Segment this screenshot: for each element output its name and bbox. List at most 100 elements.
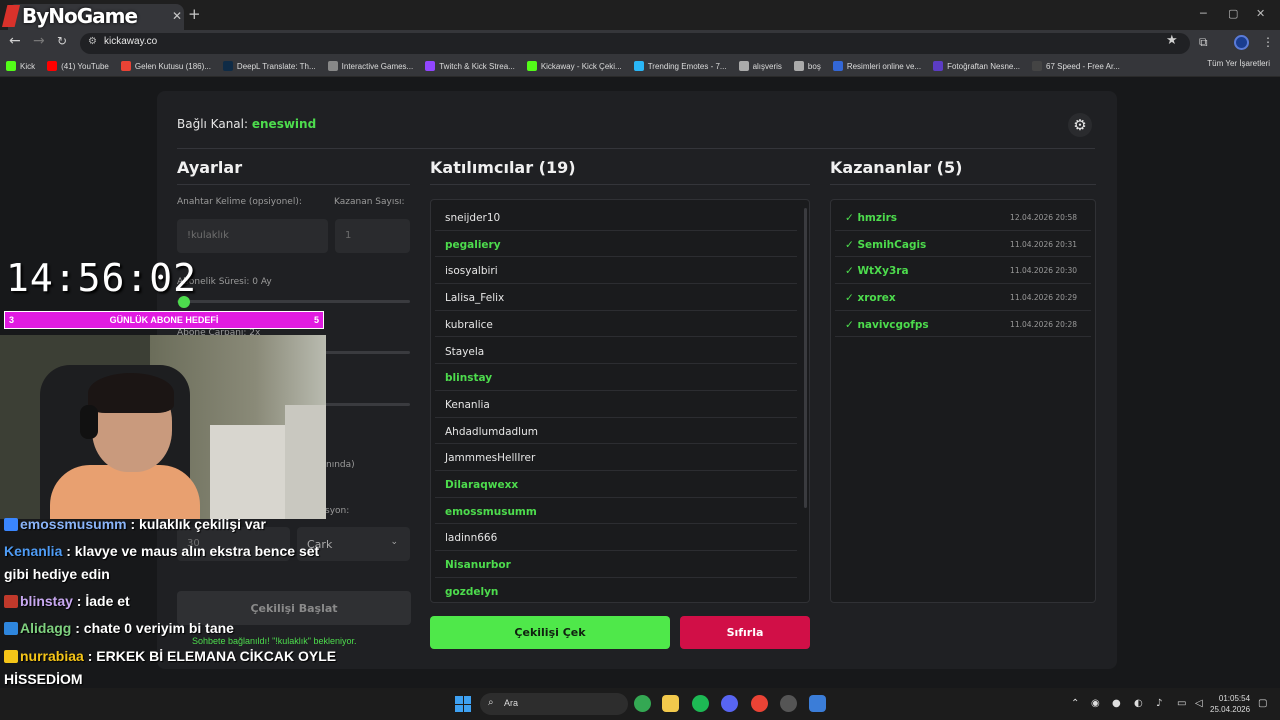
participant-row: pegaliery [435, 231, 797, 258]
bookmark-item[interactable]: (41) YouTube [47, 61, 109, 71]
bookmark-star-icon[interactable]: ★ [1166, 33, 1178, 48]
bookmark-label: Trending Emotes - 7... [647, 61, 727, 71]
notification-icon[interactable]: ▢ [1258, 698, 1267, 709]
bookmark-label: (41) YouTube [61, 61, 109, 71]
tray-spotify-icon[interactable]: ● [1112, 698, 1121, 709]
tray-clock[interactable]: 01:05:54 25.04.2026 [1210, 693, 1250, 715]
participant-row: Ahdadlumdadlum [435, 418, 797, 445]
obs-icon[interactable] [780, 695, 797, 712]
all-bookmarks[interactable]: Tüm Yer İşaretleri [1201, 59, 1270, 68]
participant-row: sneijder10 [435, 204, 797, 231]
close-tab-icon[interactable]: ✕ [172, 9, 182, 23]
participant-row: Nisanurbor [435, 551, 797, 578]
tray-overflow-icon[interactable]: ⌃ [1071, 698, 1079, 709]
bookmark-item[interactable]: Kick [6, 61, 35, 71]
chat-message: blinstay : İade et [4, 593, 130, 609]
tray-steam-icon[interactable]: ◐ [1134, 698, 1143, 709]
subscription-slider[interactable] [177, 300, 410, 303]
tray-discord-icon[interactable]: ◉ [1091, 698, 1100, 709]
participant-row: Stayela [435, 338, 797, 365]
bookmark-item[interactable]: Resimleri online ve... [832, 61, 921, 71]
bookmark-item[interactable]: DeepL Translate: Th... [222, 61, 316, 71]
chat-text: : kulaklık çekilişi var [126, 516, 266, 532]
bookmark-item[interactable]: Kickaway - Kick Çeki... [526, 61, 622, 71]
settings-title: Ayarlar [177, 158, 243, 177]
bookmark-favicon-icon [526, 61, 537, 71]
chat-username: blinstay [20, 593, 73, 609]
bookmark-favicon-icon [832, 61, 843, 71]
winner-row: ✓ xrorex 11.04.2026 20:29 [835, 284, 1091, 311]
reload-icon[interactable]: ↻ [57, 34, 67, 48]
goal-target: 5 [313, 315, 319, 325]
bookmark-label: Kick [20, 61, 36, 71]
app-icon[interactable] [809, 695, 826, 712]
winner-date: 11.04.2026 20:31 [1010, 239, 1077, 249]
file-explorer-icon[interactable] [662, 695, 679, 712]
chat-username: Kenanlia [4, 543, 63, 559]
chat-text: gibi hediye edin [4, 566, 110, 582]
bookmark-label: Kickaway - Kick Çeki... [540, 61, 622, 71]
new-tab-icon[interactable]: + [188, 5, 201, 23]
reset-button[interactable]: Sıfırla [680, 616, 810, 649]
bookmark-label: Fotoğraftan Nesne... [947, 61, 1021, 71]
back-icon[interactable]: ← [9, 33, 21, 49]
keyword-input[interactable]: !kulaklık [177, 219, 328, 253]
draw-giveaway-button[interactable]: Çekilişi Çek [430, 616, 670, 649]
chat-badge-icon [4, 518, 18, 531]
bookmark-item[interactable]: alışveris [738, 61, 782, 71]
bookmark-item[interactable]: Gelen Kutusu (186)... [120, 61, 211, 71]
extensions-icon[interactable]: ⧉ [1199, 35, 1208, 50]
participants-list[interactable]: sneijder10 pegaliery isosyalbiri Lalisa_Fel… [430, 199, 810, 603]
site-info-icon[interactable]: ⚙ [88, 36, 97, 47]
bookmark-item[interactable]: Fotoğraftan Nesne... [933, 61, 1020, 71]
participant-row: JammmesHellIrer [435, 444, 797, 471]
address-bar[interactable]: ⚙ kickaway.co [80, 33, 1190, 54]
start-button[interactable] [455, 696, 471, 712]
participant-row: blinstay [435, 364, 797, 391]
forward-icon[interactable]: → [33, 33, 45, 49]
discord-icon[interactable] [721, 695, 738, 712]
winner-date: 11.04.2026 20:28 [1010, 319, 1077, 329]
bookmark-favicon-icon [120, 61, 131, 71]
settings-gear-button[interactable]: ⚙ [1068, 113, 1092, 137]
bookmark-item[interactable]: boş [793, 61, 821, 71]
chat-badge-icon [4, 595, 18, 608]
minimize-icon[interactable]: ─ [1200, 7, 1207, 20]
participant-row: ladinn666 [435, 524, 797, 552]
maximize-icon[interactable]: ▢ [1228, 7, 1238, 20]
participants-scrollbar[interactable] [804, 208, 807, 508]
participant-row: isosyalbiri [435, 257, 797, 285]
bookmark-item[interactable]: Trending Emotes - 7... [633, 61, 727, 71]
network-icon[interactable]: ▭ [1177, 698, 1186, 709]
close-window-icon[interactable]: ✕ [1256, 7, 1265, 20]
chrome-profile-icon[interactable] [751, 695, 768, 712]
winner-name: ✓ navivcgofps [845, 318, 929, 331]
bookmark-item[interactable]: Interactive Games... [327, 61, 413, 71]
chrome-icon[interactable] [634, 695, 651, 712]
winner-count-label: Kazanan Sayısı: [334, 197, 405, 207]
bookmark-item[interactable]: Twitch & Kick Strea... [425, 61, 515, 71]
chat-text: : ERKEK Bİ ELEMANA CİKCAK OYLE [83, 648, 337, 664]
participant-row: gozdelyn [435, 578, 797, 602]
toolbar: ← → ↻ ⚙ kickaway.co ★ ⧉ ⋮ [0, 30, 1280, 56]
spotify-icon[interactable] [692, 695, 709, 712]
connected-label: Bağlı Kanal: [177, 117, 249, 131]
url-text[interactable]: kickaway.co [104, 36, 157, 47]
menu-icon[interactable]: ⋮ [1262, 35, 1274, 49]
chevron-down-icon: ⌄ [390, 537, 398, 547]
participant-row: kubralice [435, 311, 797, 338]
participants-title: Katılımcılar (19) [430, 158, 576, 177]
participant-row: Dilaraqwexx [435, 471, 797, 498]
bookmark-item[interactable]: 67 Speed - Free Ar... [1032, 61, 1120, 71]
bookmark-favicon-icon [1032, 61, 1043, 71]
bookmark-label: Gelen Kutusu (186)... [134, 61, 211, 71]
bookmark-label: boş [807, 61, 821, 71]
chat-badge-icon [4, 622, 18, 635]
taskbar-search[interactable]: ⌕ Ara [480, 693, 628, 715]
bookmark-favicon-icon [633, 61, 644, 71]
winner-count-input[interactable]: 1 [335, 219, 410, 253]
volume-icon[interactable]: ◁ [1195, 698, 1203, 709]
profile-avatar[interactable] [1234, 35, 1249, 50]
bookmarks-bar: Kick (41) YouTube Gelen Kutusu (186)... Dee… [0, 56, 1280, 77]
microphone-icon[interactable]: ♪ [1156, 698, 1162, 709]
